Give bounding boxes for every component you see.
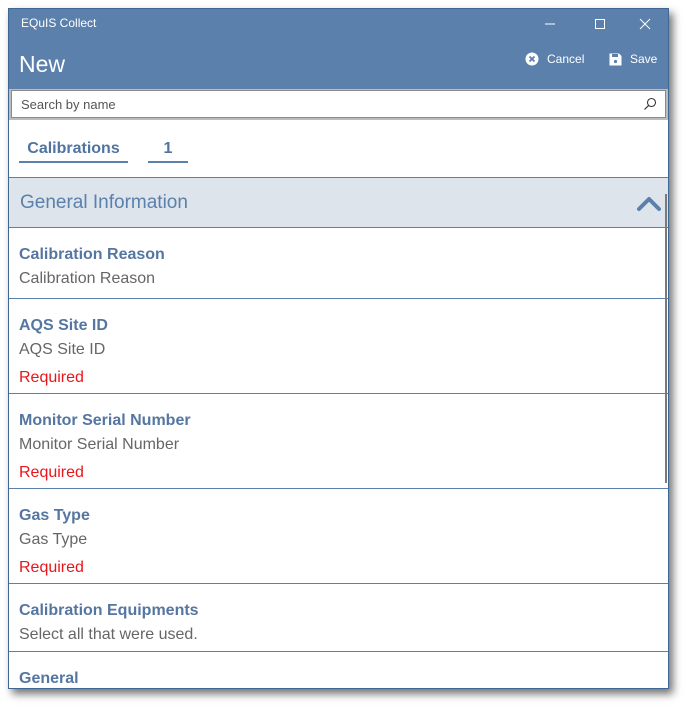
search-button[interactable] [639,93,661,115]
cancel-circle-icon [525,52,539,66]
maximize-icon [595,19,605,29]
minimize-icon [545,23,555,25]
header-bar: EQuIS Collect New Cancel Save [9,9,668,89]
save-button[interactable]: Save [609,52,657,66]
field-hint: Monitor Serial Number [19,436,180,453]
search-bar [9,89,668,120]
field-list: Calibration Reason Calibration Reason AQ… [9,228,668,688]
field-aqs-site-id[interactable]: AQS Site ID AQS Site ID Required [9,299,668,394]
field-gas-type[interactable]: Gas Type Gas Type Required [9,489,668,584]
required-indicator: Required [19,369,84,386]
field-label: Calibration Equipments [19,602,199,619]
tab-record-1[interactable]: 1 [148,140,188,163]
app-title: EQuIS Collect [21,16,97,30]
field-label: Calibration Reason [19,246,165,263]
close-button[interactable] [623,11,667,37]
field-general[interactable]: General [9,652,668,688]
chevron-up-icon[interactable] [636,194,662,212]
close-icon [639,18,651,30]
save-label: Save [630,52,658,66]
save-disk-icon [609,53,622,65]
search-box [11,90,666,118]
field-label: General [19,670,79,687]
field-hint: Select all that were used. [19,626,198,643]
minimize-button[interactable] [528,11,572,37]
field-label: Monitor Serial Number [19,412,191,429]
required-indicator: Required [19,464,84,481]
section-title: General Information [20,192,188,213]
maximize-button[interactable] [578,11,622,37]
field-hint: Calibration Reason [19,270,156,287]
field-label: Gas Type [19,507,90,524]
field-label: AQS Site ID [19,317,108,334]
field-calibration-equipments[interactable]: Calibration Equipments Select all that w… [9,584,668,652]
search-icon [644,97,657,110]
app-window: EQuIS Collect New Cancel Save Search by … [8,8,669,689]
field-hint: Gas Type [19,531,88,548]
field-monitor-serial-number[interactable]: Monitor Serial Number Monitor Serial Num… [9,394,668,489]
search-input[interactable] [12,95,639,113]
field-calibration-reason[interactable]: Calibration Reason Calibration Reason [9,228,668,299]
section-general-information[interactable]: General Information [9,178,668,228]
required-indicator: Required [19,559,84,576]
page-title: New [19,51,66,77]
tab-strip: Calibrations 1 [9,120,668,178]
cancel-label: Cancel [547,52,585,66]
tab-calibrations[interactable]: Calibrations [19,140,128,163]
field-hint: AQS Site ID [19,341,106,358]
vertical-scrollbar[interactable] [665,194,667,483]
cancel-button[interactable]: Cancel [525,52,584,66]
